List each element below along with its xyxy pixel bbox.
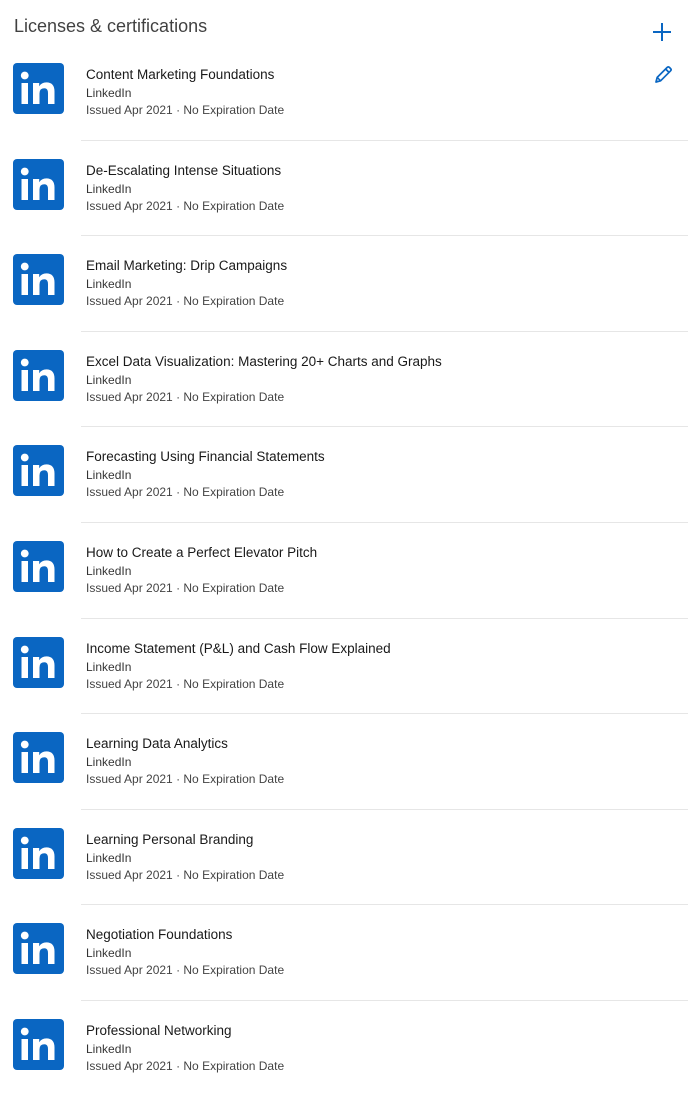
certification-name[interactable]: Income Statement (P&L) and Cash Flow Exp… xyxy=(86,641,646,657)
certification-issue-date: Issued Apr 2021 · No Expiration Date xyxy=(86,485,285,500)
certification-item[interactable]: Negotiation Foundations LinkedIn Issued … xyxy=(0,905,688,1001)
certification-info: How to Create a Perfect Elevator Pitch L… xyxy=(86,545,646,596)
certification-info: Excel Data Visualization: Mastering 20+ … xyxy=(86,354,646,405)
certification-issue-date: Issued Apr 2021 · No Expiration Date xyxy=(86,389,285,404)
certification-item[interactable]: Learning Data Analytics LinkedIn Issued … xyxy=(0,714,688,810)
certification-issuer: LinkedIn xyxy=(86,277,132,292)
certification-item[interactable]: Forecasting Using Financial Statements L… xyxy=(0,427,688,523)
certification-name[interactable]: Forecasting Using Financial Statements xyxy=(86,449,646,465)
certification-info: Email Marketing: Drip Campaigns LinkedIn… xyxy=(86,258,646,309)
certification-issuer: LinkedIn xyxy=(86,372,132,387)
certification-info: Content Marketing Foundations LinkedIn I… xyxy=(86,67,646,118)
certification-issue-date: Issued Apr 2021 · No Expiration Date xyxy=(86,772,285,787)
certification-issuer: LinkedIn xyxy=(86,755,132,770)
certification-item[interactable]: Content Marketing Foundations LinkedIn I… xyxy=(0,45,688,141)
certification-name[interactable]: Email Marketing: Drip Campaigns xyxy=(86,258,646,274)
certification-issue-date: Issued Apr 2021 · No Expiration Date xyxy=(86,580,285,595)
certification-name[interactable]: Professional Networking xyxy=(86,1023,646,1039)
certification-item[interactable]: How to Create a Perfect Elevator Pitch L… xyxy=(0,523,688,619)
certification-list: Content Marketing Foundations LinkedIn I… xyxy=(0,45,688,1097)
certification-issue-date: Issued Apr 2021 · No Expiration Date xyxy=(86,103,285,117)
certification-issuer: LinkedIn xyxy=(86,1041,132,1056)
certification-item[interactable]: Income Statement (P&L) and Cash Flow Exp… xyxy=(0,619,688,715)
certification-info: Learning Data Analytics LinkedIn Issued … xyxy=(86,736,646,787)
linkedin-logo[interactable] xyxy=(13,732,64,784)
certification-issuer: LinkedIn xyxy=(86,850,132,865)
certification-info: Income Statement (P&L) and Cash Flow Exp… xyxy=(86,641,646,692)
certification-info: Forecasting Using Financial Statements L… xyxy=(86,449,646,500)
certification-info: Negotiation Foundations LinkedIn Issued … xyxy=(86,927,646,978)
certification-item[interactable]: Email Marketing: Drip Campaigns LinkedIn… xyxy=(0,236,688,332)
linkedin-logo[interactable] xyxy=(13,827,64,879)
certification-issuer: LinkedIn xyxy=(86,946,132,961)
section-title: Licenses & certifications xyxy=(14,16,208,36)
certification-issue-date: Issued Apr 2021 · No Expiration Date xyxy=(86,963,285,978)
linkedin-logo[interactable] xyxy=(13,158,64,210)
linkedin-logo[interactable] xyxy=(13,923,64,975)
certification-issuer: LinkedIn xyxy=(86,181,132,196)
linkedin-logo[interactable] xyxy=(13,63,64,114)
certification-issuer: LinkedIn xyxy=(86,86,132,100)
linkedin-logo[interactable] xyxy=(13,636,64,688)
certification-issue-date: Issued Apr 2021 · No Expiration Date xyxy=(86,867,285,882)
certification-issue-date: Issued Apr 2021 · No Expiration Date xyxy=(86,676,285,691)
linkedin-logo[interactable] xyxy=(13,349,64,401)
certification-name[interactable]: Excel Data Visualization: Mastering 20+ … xyxy=(86,354,646,370)
certification-issue-date: Issued Apr 2021 · No Expiration Date xyxy=(86,198,285,213)
certification-issuer: LinkedIn xyxy=(86,563,132,578)
certification-item[interactable]: De-Escalating Intense Situations LinkedI… xyxy=(0,141,688,237)
certification-issue-date: Issued Apr 2021 · No Expiration Date xyxy=(86,1058,285,1073)
certification-name[interactable]: Learning Personal Branding xyxy=(86,832,646,848)
certification-issuer: LinkedIn xyxy=(86,468,132,483)
linkedin-logo[interactable] xyxy=(13,445,64,497)
certification-item[interactable]: Professional Networking LinkedIn Issued … xyxy=(0,1001,688,1097)
linkedin-logo[interactable] xyxy=(13,540,64,592)
certification-issue-date: Issued Apr 2021 · No Expiration Date xyxy=(86,294,285,309)
plus-icon xyxy=(653,23,671,41)
certification-name[interactable]: Negotiation Foundations xyxy=(86,927,646,943)
certification-name[interactable]: Learning Data Analytics xyxy=(86,736,646,752)
certification-info: Professional Networking LinkedIn Issued … xyxy=(86,1023,646,1074)
linkedin-logo[interactable] xyxy=(13,254,64,306)
certification-name[interactable]: Content Marketing Foundations xyxy=(86,67,646,83)
certification-info: Learning Personal Branding LinkedIn Issu… xyxy=(86,832,646,883)
add-certification-button[interactable] xyxy=(648,18,676,46)
certification-name[interactable]: How to Create a Perfect Elevator Pitch xyxy=(86,545,646,561)
licenses-certifications-section: Licenses & certifications Content Market… xyxy=(0,0,688,1088)
certification-info: De-Escalating Intense Situations LinkedI… xyxy=(86,163,646,214)
certification-issuer: LinkedIn xyxy=(86,659,132,674)
linkedin-logo[interactable] xyxy=(13,1018,64,1070)
certification-name[interactable]: De-Escalating Intense Situations xyxy=(86,163,646,179)
certification-item[interactable]: Learning Personal Branding LinkedIn Issu… xyxy=(0,810,688,906)
certification-item[interactable]: Excel Data Visualization: Mastering 20+ … xyxy=(0,332,688,428)
